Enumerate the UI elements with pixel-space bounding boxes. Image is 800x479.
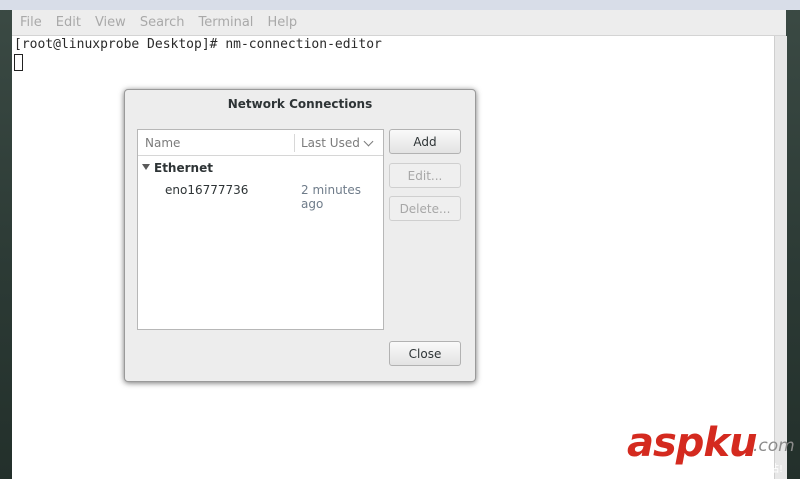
edit-button[interactable]: Edit... (389, 163, 461, 188)
dialog-title: Network Connections (227, 97, 373, 111)
connection-row[interactable]: eno16777736 2 minutes ago (138, 180, 383, 211)
watermark-suffix: .com (753, 436, 795, 456)
top-bar (0, 0, 800, 10)
chevron-down-icon[interactable] (363, 136, 374, 147)
menu-help[interactable]: Help (267, 15, 297, 30)
connection-last-used: 2 minutes ago (301, 183, 362, 211)
close-button[interactable]: Close (389, 341, 461, 366)
menu-bar: File Edit View Search Terminal Help (12, 10, 786, 36)
add-button[interactable]: Add (389, 129, 461, 154)
watermark-logo: aspku .com 免费网站源码下载站! (627, 420, 797, 476)
watermark-subtext: 免费网站源码下载站! (689, 464, 784, 475)
terminal-prompt-line: [root@linuxprobe Desktop]# nm-connection… (14, 37, 382, 52)
connections-list[interactable]: Name Last Used Ethernet eno16777736 2 mi… (137, 129, 384, 330)
menu-view[interactable]: View (95, 15, 126, 30)
terminal-scrollbar[interactable] (774, 36, 787, 479)
list-header: Name Last Used (138, 130, 383, 156)
column-header-name[interactable]: Name (145, 136, 180, 150)
menu-edit[interactable]: Edit (56, 15, 81, 30)
column-header-last-used[interactable]: Last Used (301, 136, 360, 150)
column-divider (294, 134, 295, 152)
expander-triangle-icon[interactable] (142, 164, 150, 170)
group-label: Ethernet (154, 161, 213, 175)
menu-file[interactable]: File (20, 15, 42, 30)
menu-search[interactable]: Search (140, 15, 185, 30)
group-row-ethernet[interactable]: Ethernet (138, 156, 383, 178)
terminal-cursor (14, 54, 23, 71)
menu-terminal[interactable]: Terminal (198, 15, 253, 30)
network-connections-dialog: Network Connections Name Last Used Ether… (124, 89, 476, 382)
delete-button[interactable]: Delete... (389, 196, 461, 221)
connection-name: eno16777736 (165, 183, 249, 197)
